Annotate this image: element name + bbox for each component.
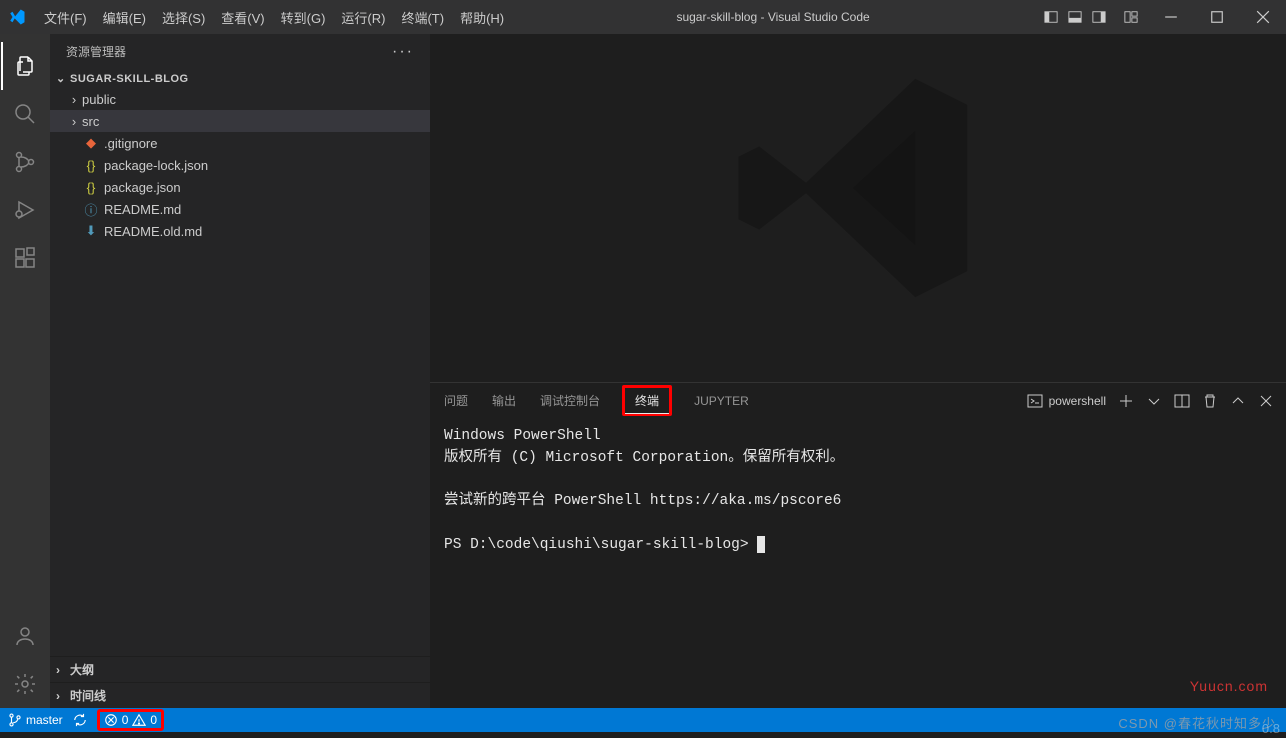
panel-tab-terminal[interactable]: 终端 [622,385,672,416]
tree-label: README.md [104,202,181,217]
menu-go[interactable]: 转到(G) [273,2,334,33]
extensions-tab[interactable] [1,234,49,282]
terminal-icon [1027,393,1043,409]
tree-file-package-lock[interactable]: {} package-lock.json [50,154,430,176]
run-debug-tab[interactable] [1,186,49,234]
tree-label: src [82,114,99,129]
menu-file[interactable]: 文件(F) [36,2,95,33]
tree-label: public [82,92,116,107]
explorer-tab[interactable] [1,42,49,90]
minimize-button[interactable] [1148,0,1194,34]
activity-bar [0,34,50,708]
menu-run[interactable]: 运行(R) [333,2,393,33]
status-branch[interactable]: master [8,713,63,727]
panel-tab-debug-console[interactable]: 调试控制台 [538,386,602,415]
terminal-cursor [757,536,765,553]
folder-name: SUGAR-SKILL-BLOG [70,73,189,85]
title-bar: 文件(F) 编辑(E) 选择(S) 查看(V) 转到(G) 运行(R) 终端(T… [0,0,1286,34]
tree-file-gitignore[interactable]: ◆ .gitignore [50,132,430,154]
status-sync[interactable] [73,713,87,727]
tree-file-readme[interactable]: ⓘ README.md [50,198,430,220]
timeline-label: 时间线 [70,687,106,704]
branch-name: master [26,713,63,727]
tree-folder-public[interactable]: › public [50,88,430,110]
close-panel-icon[interactable] [1258,393,1274,409]
search-tab[interactable] [1,90,49,138]
sync-icon [73,713,87,727]
window-controls [1148,0,1286,34]
customize-layout-icon[interactable] [1124,10,1138,24]
toggle-secondary-sidebar-icon[interactable] [1092,10,1106,24]
status-problems[interactable]: 0 0 [97,709,164,731]
menu-terminal[interactable]: 终端(T) [393,2,452,33]
maximize-panel-icon[interactable] [1230,393,1246,409]
error-count: 0 [122,713,129,727]
menu-selection[interactable]: 选择(S) [154,2,213,33]
warning-icon [132,713,146,727]
window-title: sugar-skill-blog - Visual Studio Code [512,10,1034,24]
outline-section[interactable]: › 大纲 [50,656,430,682]
timeline-section[interactable]: › 时间线 [50,682,430,708]
explorer-sidebar: 资源管理器 ··· ⌄ SUGAR-SKILL-BLOG › public › … [50,34,430,708]
arrow-down-icon: ⬇ [82,223,100,239]
panel-tab-output[interactable]: 输出 [490,386,518,415]
shell-name: powershell [1049,394,1106,408]
panel-tabs: 问题 输出 调试控制台 终端 JUPYTER powershell [430,383,1286,418]
chevron-right-icon: › [66,92,82,107]
warning-count: 0 [150,713,157,727]
watermark-csdn: CSDN @春花秋时知多少 [1118,713,1276,732]
toggle-panel-icon[interactable] [1068,10,1082,24]
close-button[interactable] [1240,0,1286,34]
git-branch-icon [8,713,22,727]
tree-file-package-json[interactable]: {} package.json [50,176,430,198]
vscode-logo-icon [8,8,26,26]
maximize-button[interactable] [1194,0,1240,34]
json-icon: {} [82,180,100,195]
workspace-folder[interactable]: ⌄ SUGAR-SKILL-BLOG [50,69,430,88]
info-icon: ⓘ [82,200,100,219]
tree-label: README.old.md [104,224,202,239]
tree-file-readme-old[interactable]: ⬇ README.old.md [50,220,430,242]
watermark-yuucn: Yuucn.com [1190,678,1268,694]
accounts-tab[interactable] [1,612,49,660]
menu-view[interactable]: 查看(V) [213,2,272,33]
editor-area: 问题 输出 调试控制台 终端 JUPYTER powershell [430,34,1286,708]
json-icon: {} [82,158,100,173]
editor-empty [430,34,1286,382]
layout-controls [1034,10,1148,24]
tree-label: .gitignore [104,136,157,151]
chevron-right-icon: › [56,689,70,703]
tree-label: package-lock.json [104,158,208,173]
toggle-primary-sidebar-icon[interactable] [1044,10,1058,24]
error-icon [104,713,118,727]
terminal-shell-selector[interactable]: powershell [1027,393,1106,409]
file-tree: › public › src ◆ .gitignore {} package-l… [50,88,430,242]
terminal-content[interactable]: Windows PowerShell 版权所有 (C) Microsoft Co… [430,418,1286,708]
chevron-down-icon[interactable] [1146,393,1162,409]
chevron-right-icon: › [56,663,70,677]
outline-label: 大纲 [70,661,94,678]
chevron-down-icon: ⌄ [56,72,68,85]
sidebar-header: 资源管理器 ··· [50,34,430,69]
git-icon: ◆ [82,135,100,151]
kill-terminal-icon[interactable] [1202,393,1218,409]
status-bar: master 0 0 [0,708,1286,732]
chevron-right-icon: › [66,114,82,129]
panel-tab-problems[interactable]: 问题 [442,386,470,415]
menu-bar: 文件(F) 编辑(E) 选择(S) 查看(V) 转到(G) 运行(R) 终端(T… [36,2,512,33]
split-terminal-icon[interactable] [1174,393,1190,409]
sidebar-more-icon[interactable]: ··· [392,43,414,61]
sidebar-title: 资源管理器 [66,43,126,60]
menu-help[interactable]: 帮助(H) [452,2,512,33]
tree-folder-src[interactable]: › src [50,110,430,132]
source-control-tab[interactable] [1,138,49,186]
vscode-watermark-icon [728,58,988,318]
menu-edit[interactable]: 编辑(E) [95,2,154,33]
bottom-panel: 问题 输出 调试控制台 终端 JUPYTER powershell [430,382,1286,708]
new-terminal-icon[interactable] [1118,393,1134,409]
settings-tab[interactable] [1,660,49,708]
tree-label: package.json [104,180,181,195]
panel-tab-jupyter[interactable]: JUPYTER [692,388,751,414]
watermark-opacity: 0.8 [1262,721,1280,736]
